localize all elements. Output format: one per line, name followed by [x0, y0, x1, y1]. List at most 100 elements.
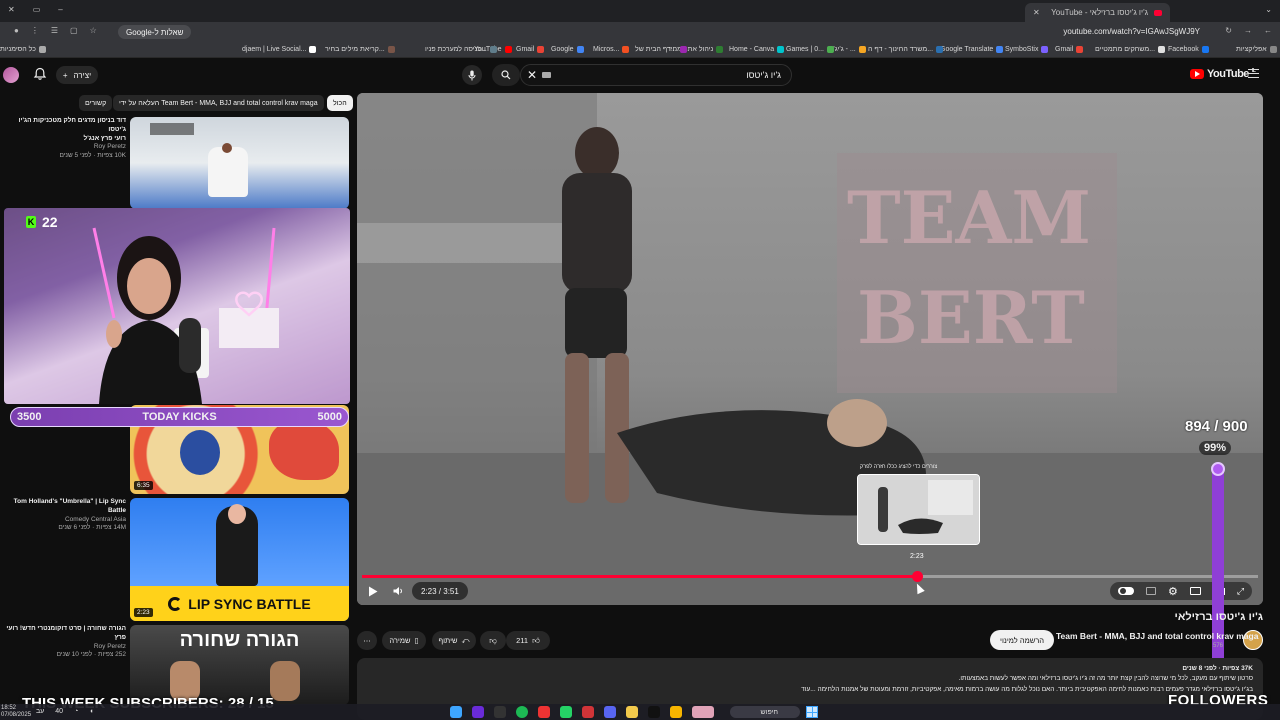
- bookmark-item[interactable]: Gmail: [1055, 46, 1084, 53]
- terminal-app-icon[interactable]: [494, 706, 506, 718]
- channel-name[interactable]: Team Bert - MMA, BJJ and total control k…: [1056, 631, 1258, 641]
- taskbar-search[interactable]: חיפוש: [730, 706, 800, 718]
- kick-logo-icon: K: [26, 216, 36, 228]
- bookmark-item[interactable]: SymboStix: [1005, 46, 1049, 53]
- spotify-app-icon[interactable]: [516, 706, 528, 718]
- bookmark-star-icon[interactable]: ☆: [90, 26, 97, 35]
- reload-icon[interactable]: ↻: [1225, 26, 1232, 35]
- close-tab-icon[interactable]: ✕: [1033, 8, 1040, 17]
- save-button[interactable]: שמירה ▯: [382, 631, 426, 650]
- chip-related[interactable]: קשורים: [79, 95, 113, 111]
- bookmarks-bar: אפליקציות Facebook משחקים מתמטיים... Gmail S…: [0, 42, 1280, 58]
- bookmark-favicon-icon: [1158, 46, 1166, 53]
- subtitles-icon[interactable]: [1146, 587, 1156, 595]
- bookmark-item[interactable]: משרד החינוך - דף ה...: [868, 46, 944, 53]
- sidebar-icon[interactable]: ▢: [70, 26, 78, 35]
- bookmark-label: משחקים מתמטיים...: [1095, 46, 1156, 53]
- share-button[interactable]: שיתוף ⤺: [432, 631, 476, 650]
- system-clock[interactable]: 18:52 07/08/2025: [1, 705, 31, 719]
- recommendation-meta[interactable]: הגורה שחורה | סרט דוקומנטרי חדש! רועי פר…: [0, 625, 126, 660]
- subscribe-button[interactable]: הרשמה למינוי: [990, 630, 1054, 650]
- obs-app-icon[interactable]: [538, 706, 550, 718]
- autoplay-toggle-icon[interactable]: [1118, 587, 1134, 595]
- speaker-icon[interactable]: ◖: [89, 708, 93, 715]
- menu-icon[interactable]: ⋮: [31, 26, 39, 35]
- bookmark-item[interactable]: Google Translate: [940, 46, 1004, 53]
- search-button[interactable]: [492, 64, 520, 86]
- window-controls: ✕ ▭ –: [8, 5, 63, 14]
- active-tab[interactable]: ג'יו ג'יטסו ברזילאי - YouTube ✕: [1025, 3, 1170, 22]
- back-icon[interactable]: ←: [1264, 26, 1272, 35]
- bookmark-item[interactable]: משחקים מתמטיים...: [1095, 46, 1166, 53]
- close-window-icon[interactable]: ✕: [8, 5, 15, 14]
- bookmark-item[interactable]: Gmail: [516, 46, 545, 53]
- bookmark-item[interactable]: כניסה למערכת פניו...: [425, 46, 497, 53]
- bookmark-item[interactable]: קריאת מילים בחיר...: [325, 46, 395, 53]
- recommendation-thumbnail[interactable]: LIP SYNC BATTLE 2:23: [130, 498, 349, 621]
- fullscreen-icon[interactable]: ⤢: [1237, 586, 1244, 597]
- youtube-logo[interactable]: YouTube IL: [1190, 68, 1256, 80]
- file-explorer-app-icon[interactable]: [450, 706, 462, 718]
- bookmark-label: אפליקציות: [1236, 46, 1267, 53]
- wifi-icon[interactable]: ◔: [74, 708, 78, 715]
- restore-window-icon[interactable]: ▭: [33, 5, 41, 14]
- voice-search-button[interactable]: [462, 65, 482, 85]
- forward-icon[interactable]: →: [1244, 26, 1252, 35]
- recommendation-thumbnail[interactable]: הגורה שחורה: [130, 625, 349, 705]
- minimize-window-icon[interactable]: –: [58, 5, 62, 14]
- discord-app-icon[interactable]: [604, 706, 616, 718]
- keyboard-icon[interactable]: [542, 72, 551, 78]
- like-button[interactable]: 211 👍︎: [506, 631, 550, 650]
- whatsapp-app-icon[interactable]: [560, 706, 572, 718]
- chrome-app-icon[interactable]: [670, 706, 682, 718]
- tiktok-app-icon[interactable]: [648, 706, 660, 718]
- volume-button[interactable]: [389, 582, 407, 600]
- bookmark-favicon-icon: [38, 46, 46, 53]
- bookmark-item[interactable]: אפליקציות: [1236, 46, 1277, 53]
- preview-frame: [858, 475, 979, 544]
- bookmark-item[interactable]: Google: [551, 46, 584, 53]
- bookmark-item[interactable]: Micros...: [593, 46, 630, 53]
- recommendation-meta[interactable]: דוד בניסון מדגים חלק מטכניקות הג'יו ג'יט…: [0, 117, 126, 161]
- progress-scrubber[interactable]: [912, 571, 923, 582]
- twitch-app-icon[interactable]: [472, 706, 484, 718]
- description-line-2: בג'יו ג'יטסו ברזילאי מגדר פעמים רבות כאמ…: [801, 685, 1253, 693]
- bookmark-item[interactable]: דף הבית של...: [635, 46, 687, 53]
- bookmark-item[interactable]: Games | 0...: [786, 46, 834, 53]
- bookmark-item[interactable]: Home - Canva: [729, 46, 785, 53]
- tray-lang[interactable]: עב: [36, 708, 44, 715]
- url-field[interactable]: youtube.com/watch?v=IGAwJSgWJ9Y: [1063, 27, 1200, 36]
- settings-gear-icon[interactable]: ⚙: [1168, 585, 1178, 598]
- create-button[interactable]: יצירה +: [56, 66, 98, 84]
- search-input[interactable]: ✕ ג'יו ג'יטסו: [520, 64, 792, 86]
- active-window-app-icon[interactable]: [692, 706, 714, 718]
- tab-search-icon[interactable]: ⌄: [1265, 5, 1272, 14]
- video-player[interactable]: TEAM BERT: [357, 93, 1263, 605]
- account-avatar[interactable]: [3, 67, 19, 83]
- extensions-icon[interactable]: ☰: [51, 26, 58, 35]
- recommendation-title: Tom Holland's "Umbrella" | Lip Sync Batt…: [13, 498, 126, 514]
- profile-icon[interactable]: ●: [14, 26, 19, 35]
- like-count: 211: [516, 636, 529, 645]
- chip-all[interactable]: הכול: [327, 95, 353, 111]
- play-button[interactable]: [364, 582, 382, 600]
- windows-start-icon[interactable]: [806, 706, 818, 718]
- recommendation-meta[interactable]: Tom Holland's "Umbrella" | Lip Sync Batt…: [0, 498, 126, 533]
- kicks-min: 3500: [17, 411, 42, 423]
- recommendation-thumbnail[interactable]: [130, 117, 349, 209]
- notifications-bell-icon[interactable]: [33, 67, 47, 81]
- tray-count[interactable]: 40: [55, 708, 63, 715]
- chip-channel-uploads[interactable]: העלאה על ידי Team Bert - MMA, BJJ and to…: [113, 95, 324, 111]
- dislike-button[interactable]: 👎︎: [480, 631, 506, 650]
- recorder-app-icon[interactable]: [582, 706, 594, 718]
- google-ask-chip[interactable]: שאלות ל-Google: [118, 25, 192, 39]
- clear-search-icon[interactable]: ✕: [527, 68, 537, 82]
- folder-app-icon[interactable]: [626, 706, 638, 718]
- bookmark-label: SymboStix: [1005, 46, 1039, 53]
- bookmark-item[interactable]: Facebook: [1168, 46, 1209, 53]
- more-actions-button[interactable]: ⋯: [357, 631, 377, 650]
- bookmark-item[interactable]: djaem | Live Social...: [242, 46, 317, 53]
- guide-menu-icon[interactable]: [1248, 69, 1259, 78]
- bookmark-item[interactable]: כל הסימניות: [0, 46, 46, 53]
- miniplayer-icon[interactable]: [1189, 587, 1201, 595]
